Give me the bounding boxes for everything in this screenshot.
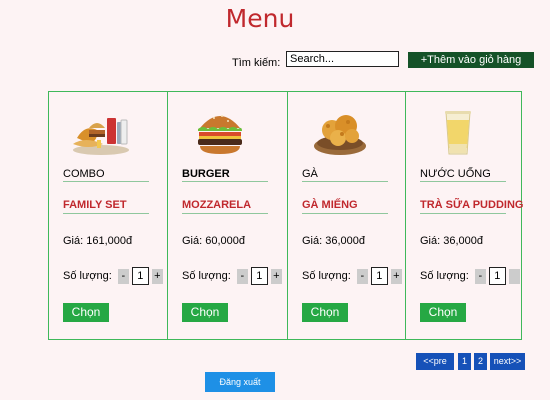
product-price: Giá: 36,000đ [302,235,365,247]
quantity-stepper: Số lượng: - 1 [420,266,520,286]
product-category: BURGER [182,168,268,182]
product-price: Giá: 161,000đ [63,235,133,247]
product-card: COMBO FAMILY SET Giá: 161,000đ Số lượng:… [49,92,168,339]
pagination-prev-button[interactable]: <<pre [416,353,454,370]
quantity-input[interactable]: 1 [131,267,149,285]
fried-chicken-icon [314,115,366,155]
product-name: FAMILY SET [63,199,149,214]
product-grid: COMBO FAMILY SET Giá: 161,000đ Số lượng:… [48,91,523,340]
quantity-stepper: Số lượng: - 1 + [302,266,402,286]
quantity-input[interactable]: 1 [370,267,388,285]
pagination-next-button[interactable]: next>> [490,353,525,370]
product-card: GÀ GÀ MIẾNG Giá: 36,000đ Số lượng: - 1 +… [288,92,406,339]
quantity-input[interactable]: 1 [488,267,506,285]
product-card: BURGER MOZZARELA Giá: 60,000đ Số lượng: … [168,92,288,339]
product-name: MOZZARELA [182,199,268,214]
pagination-page-1[interactable]: 1 [458,353,471,370]
choose-button[interactable]: Chọn [182,303,228,322]
page-title: Menu [225,4,295,33]
product-card: NƯỚC UỐNG TRÀ SỮA PUDDING Giá: 36,000đ S… [406,92,523,339]
burger-icon [198,115,242,154]
logout-button[interactable]: Đăng xuất [205,372,275,392]
decrease-button[interactable]: - [356,268,368,284]
search-label: Tìm kiếm: [232,57,281,69]
quantity-input[interactable]: 1 [250,267,268,285]
add-to-cart-button[interactable]: +Thêm vào giỏ hàng [408,52,534,68]
quantity-label: Số lượng: [302,270,351,282]
product-price: Giá: 60,000đ [182,235,245,247]
decrease-button[interactable]: - [117,268,129,284]
search-input[interactable] [286,51,399,67]
increase-button[interactable] [508,268,520,284]
quantity-label: Số lượng: [182,270,231,282]
combo-meal-icon [73,118,129,155]
decrease-button[interactable]: - [236,268,248,284]
increase-button[interactable]: + [390,268,402,284]
product-price: Giá: 36,000đ [420,235,483,247]
choose-button[interactable]: Chọn [63,303,109,322]
product-name: TRÀ SỮA PUDDING [420,199,523,214]
increase-button[interactable]: + [270,268,282,284]
increase-button[interactable]: + [151,268,163,284]
product-category: COMBO [63,168,149,182]
product-category: NƯỚC UỐNG [420,168,506,182]
quantity-label: Số lượng: [420,270,469,282]
quantity-label: Số lượng: [63,270,112,282]
milk-tea-icon [445,111,471,155]
decrease-button[interactable]: - [474,268,486,284]
choose-button[interactable]: Chọn [302,303,348,322]
product-category: GÀ [302,168,388,182]
pagination-page-2[interactable]: 2 [474,353,487,370]
product-name: GÀ MIẾNG [302,199,388,214]
choose-button[interactable]: Chọn [420,303,466,322]
quantity-stepper: Số lượng: - 1 + [63,266,163,286]
quantity-stepper: Số lượng: - 1 + [182,266,282,286]
